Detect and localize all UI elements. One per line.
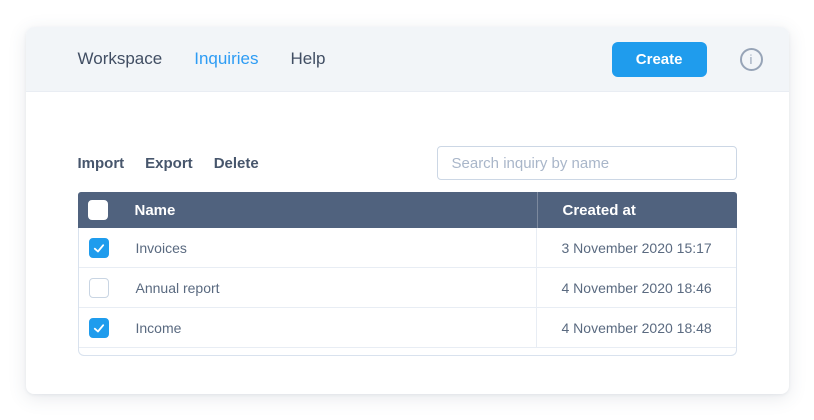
row-checkbox-cell — [79, 318, 136, 338]
column-header-name: Name — [135, 202, 537, 219]
row-name: Invoices — [136, 240, 536, 256]
delete-link[interactable]: Delete — [214, 155, 259, 172]
nav-item-workspace[interactable]: Workspace — [78, 49, 163, 69]
check-icon — [92, 241, 106, 255]
row-created-at: 4 November 2020 18:48 — [536, 308, 736, 347]
main-nav: Workspace Inquiries Help — [78, 49, 326, 69]
table-footer-spacer — [79, 348, 736, 355]
table-row[interactable]: Invoices 3 November 2020 15:17 — [79, 228, 736, 268]
table-header-row: Name Created at — [78, 192, 737, 228]
app-card: Workspace Inquiries Help Create i Import… — [26, 27, 789, 394]
toolbar: Import Export Delete — [78, 146, 737, 180]
table-body: Invoices 3 November 2020 15:17 Annua — [79, 228, 736, 348]
row-checkbox[interactable] — [89, 278, 109, 298]
export-link[interactable]: Export — [145, 155, 193, 172]
row-created-at: 3 November 2020 15:17 — [536, 228, 736, 267]
row-created-at: 4 November 2020 18:46 — [536, 268, 736, 307]
nav-item-help[interactable]: Help — [290, 49, 325, 69]
row-checkbox[interactable] — [89, 318, 109, 338]
row-checkbox-cell — [79, 238, 136, 258]
info-icon-glyph: i — [750, 52, 753, 67]
row-checkbox[interactable] — [89, 238, 109, 258]
info-icon[interactable]: i — [740, 48, 763, 71]
select-all-checkbox[interactable] — [88, 200, 108, 220]
inquiries-table: Name Created at Invoices — [78, 192, 737, 356]
column-header-created-at: Created at — [537, 192, 737, 228]
row-name: Annual report — [136, 280, 536, 296]
create-button[interactable]: Create — [612, 42, 707, 77]
row-name: Income — [136, 320, 536, 336]
check-icon — [92, 321, 106, 335]
table-row[interactable]: Annual report 4 November 2020 18:46 — [79, 268, 736, 308]
table-row[interactable]: Income 4 November 2020 18:48 — [79, 308, 736, 348]
action-links: Import Export Delete — [78, 155, 259, 172]
nav-item-inquiries[interactable]: Inquiries — [194, 49, 258, 69]
import-link[interactable]: Import — [78, 155, 125, 172]
row-checkbox-cell — [79, 278, 136, 298]
inquiries-page: Import Export Delete Name Created at — [26, 92, 789, 356]
select-all-cell — [78, 200, 135, 220]
top-navbar: Workspace Inquiries Help Create i — [26, 27, 789, 92]
search-input[interactable] — [437, 146, 737, 180]
